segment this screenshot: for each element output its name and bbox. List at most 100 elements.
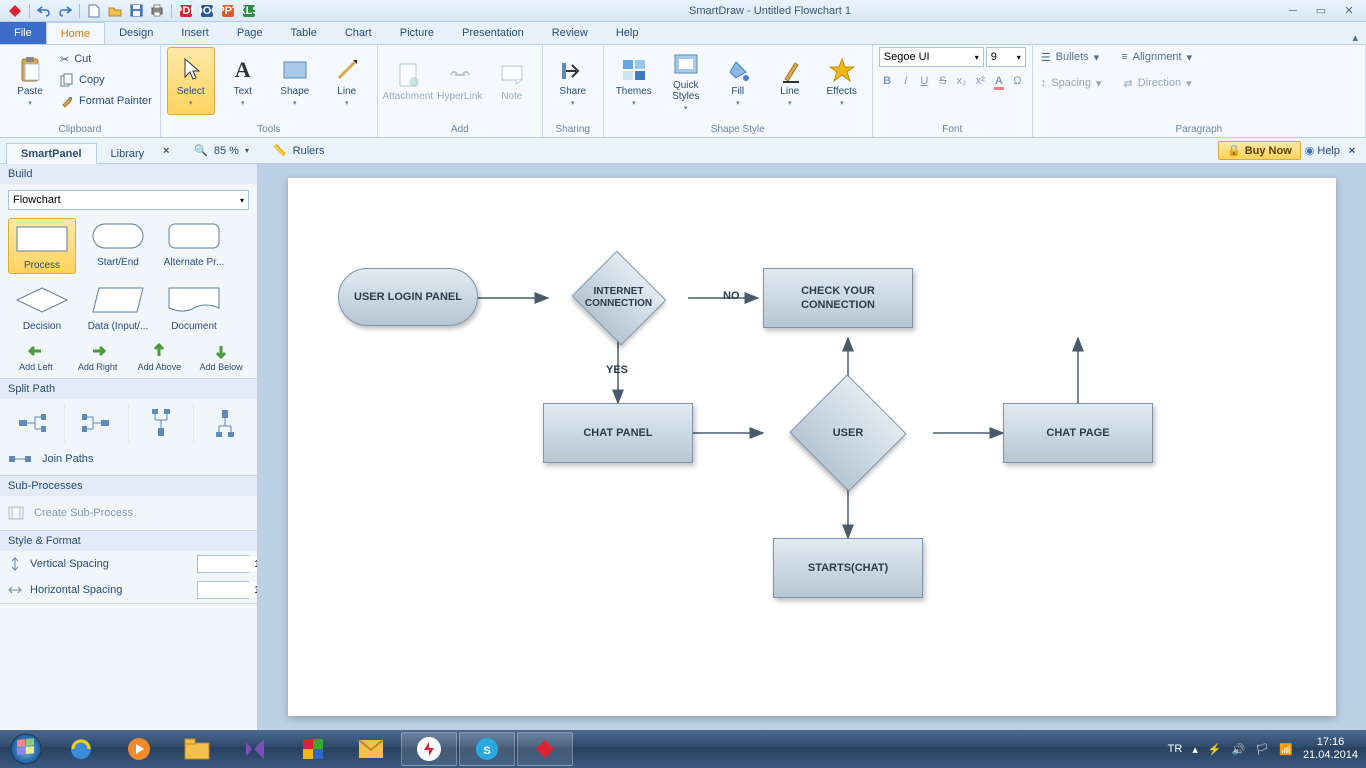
bullets-button[interactable]: ☰Bullets ▾ <box>1039 47 1101 67</box>
font-size-combo[interactable]: 9▾ <box>986 47 1026 67</box>
line-style-button[interactable]: Line▾ <box>766 47 814 115</box>
node-chatpanel[interactable]: CHAT PANEL <box>543 403 693 463</box>
bold-button[interactable]: B <box>879 71 896 91</box>
taskbar-ie[interactable] <box>53 732 109 766</box>
file-tab[interactable]: File <box>0 22 46 44</box>
symbol-button[interactable]: Ω <box>1009 71 1026 91</box>
side-panel[interactable]: Build Flowchart▾ Process Start/End Alter… <box>0 164 258 730</box>
share-button[interactable]: Share▾ <box>549 47 597 115</box>
taskbar-vs[interactable] <box>227 732 283 766</box>
vspacing-spin[interactable]: ▲▼ <box>197 555 249 573</box>
zoom-dropdown[interactable]: ▾ <box>245 146 249 155</box>
picture-tab[interactable]: Picture <box>386 22 448 44</box>
minimize-button[interactable]: ─ <box>1282 4 1304 18</box>
hspacing-spin[interactable]: ▲▼ <box>197 581 249 599</box>
insert-tab[interactable]: Insert <box>167 22 223 44</box>
split-left[interactable] <box>65 403 130 443</box>
collapse-ribbon-icon[interactable]: ▴ <box>1344 31 1366 44</box>
tray-volume-icon[interactable]: 🔊 <box>1232 743 1246 756</box>
export-doc-icon[interactable]: DOC <box>198 3 216 19</box>
paste-button[interactable]: Paste▾ <box>6 47 54 115</box>
save-icon[interactable] <box>127 3 145 19</box>
design-tab[interactable]: Design <box>105 22 167 44</box>
taskbar-app-colors[interactable] <box>285 732 341 766</box>
direction-button[interactable]: ⇄Direction ▾ <box>1122 73 1194 93</box>
effects-button[interactable]: Effects▾ <box>818 47 866 115</box>
add-below-button[interactable]: Add Below <box>193 342 249 372</box>
shape-alternate[interactable]: Alternate Pr... <box>160 218 228 274</box>
attachment-button[interactable]: Attachment <box>384 47 432 115</box>
add-left-button[interactable]: Add Left <box>8 342 64 372</box>
split-up[interactable] <box>129 403 194 443</box>
join-paths-button[interactable]: Join Paths <box>0 443 257 475</box>
themes-button[interactable]: Themes▾ <box>610 47 658 115</box>
tray-network-icon[interactable]: 📶 <box>1279 743 1293 756</box>
review-tab[interactable]: Review <box>538 22 602 44</box>
home-tab[interactable]: Home <box>46 22 105 44</box>
close-button[interactable]: ✕ <box>1338 4 1360 18</box>
zoom-icon[interactable]: 🔍 <box>194 144 208 157</box>
export-pdf-icon[interactable]: PDF <box>177 3 195 19</box>
hyperlink-button[interactable]: HyperLink <box>436 47 484 115</box>
alignment-button[interactable]: ≡Alignment ▾ <box>1119 47 1194 67</box>
taskbar-skype[interactable]: S <box>459 732 515 766</box>
tray-chevron-icon[interactable]: ▴ <box>1192 743 1198 756</box>
shape-startend[interactable]: Start/End <box>84 218 152 274</box>
taskbar-yandex[interactable] <box>401 732 457 766</box>
shape-button[interactable]: Shape▾ <box>271 47 319 115</box>
export-xls-icon[interactable]: XLS <box>240 3 258 19</box>
taskbar-explorer[interactable] <box>169 732 225 766</box>
font-name-combo[interactable]: Segoe UI▾ <box>879 47 984 67</box>
copy-button[interactable]: Copy <box>58 70 154 90</box>
buy-now-button[interactable]: 🔒Buy Now <box>1218 141 1301 160</box>
superscript-button[interactable]: x² <box>972 71 989 91</box>
new-icon[interactable] <box>85 3 103 19</box>
shape-document[interactable]: Document <box>160 282 228 332</box>
smartpanel-tab[interactable]: SmartPanel <box>6 143 97 164</box>
italic-button[interactable]: I <box>897 71 914 91</box>
select-button[interactable]: Select▾ <box>167 47 215 115</box>
shape-process[interactable]: Process <box>8 218 76 274</box>
taskbar-smartdraw[interactable] <box>517 732 573 766</box>
strike-button[interactable]: S <box>935 71 952 91</box>
node-check[interactable]: CHECK YOUR CONNECTION <box>763 268 913 328</box>
node-user[interactable]: USER <box>768 390 928 476</box>
split-down[interactable] <box>194 403 258 443</box>
tray-flag-icon[interactable]: 🏳 <box>1255 743 1269 756</box>
note-button[interactable]: Note <box>488 47 536 115</box>
help-tab[interactable]: Help <box>602 22 653 44</box>
rulers-button[interactable]: Rulers <box>293 145 325 157</box>
add-right-button[interactable]: Add Right <box>70 342 126 372</box>
presentation-tab[interactable]: Presentation <box>448 22 538 44</box>
optbar-close-button[interactable]: × <box>1344 145 1360 157</box>
chart-tab[interactable]: Chart <box>331 22 386 44</box>
tray-battery-icon[interactable]: ⚡ <box>1208 743 1222 756</box>
node-login[interactable]: USER LOGIN PANEL <box>338 268 478 326</box>
cut-button[interactable]: ✂Cut <box>58 49 154 69</box>
library-tab[interactable]: Library <box>97 144 159 164</box>
tray-clock[interactable]: 17:16 21.04.2014 <box>1303 736 1358 762</box>
quick-styles-button[interactable]: Quick Styles▾ <box>662 47 710 115</box>
help-button[interactable]: ◉Help <box>1305 144 1340 157</box>
export-ppt-icon[interactable]: PPT <box>219 3 237 19</box>
tray-lang[interactable]: TR <box>1168 743 1183 755</box>
open-icon[interactable] <box>106 3 124 19</box>
maximize-button[interactable]: ▭ <box>1310 4 1332 18</box>
shape-data[interactable]: Data (Input/... <box>84 282 152 332</box>
print-icon[interactable] <box>148 3 166 19</box>
node-internet[interactable]: INTERNET CONNECTION <box>566 256 671 340</box>
taskbar-outlook[interactable] <box>343 732 399 766</box>
font-color-button[interactable]: A <box>991 71 1008 91</box>
table-tab[interactable]: Table <box>277 22 331 44</box>
rulers-icon[interactable]: 📏 <box>273 144 287 157</box>
zoom-value[interactable]: 85 % <box>214 145 239 157</box>
shape-decision[interactable]: Decision <box>8 282 76 332</box>
redo-icon[interactable] <box>56 3 74 19</box>
underline-button[interactable]: U <box>916 71 933 91</box>
add-above-button[interactable]: Add Above <box>132 342 188 372</box>
taskbar-mediaplayer[interactable] <box>111 732 167 766</box>
line-button[interactable]: Line▾ <box>323 47 371 115</box>
spacing-button[interactable]: ↕Spacing ▾ <box>1039 73 1104 93</box>
split-right[interactable] <box>0 403 65 443</box>
canvas[interactable]: USER LOGIN PANEL INTERNET CONNECTION NO … <box>258 164 1366 730</box>
